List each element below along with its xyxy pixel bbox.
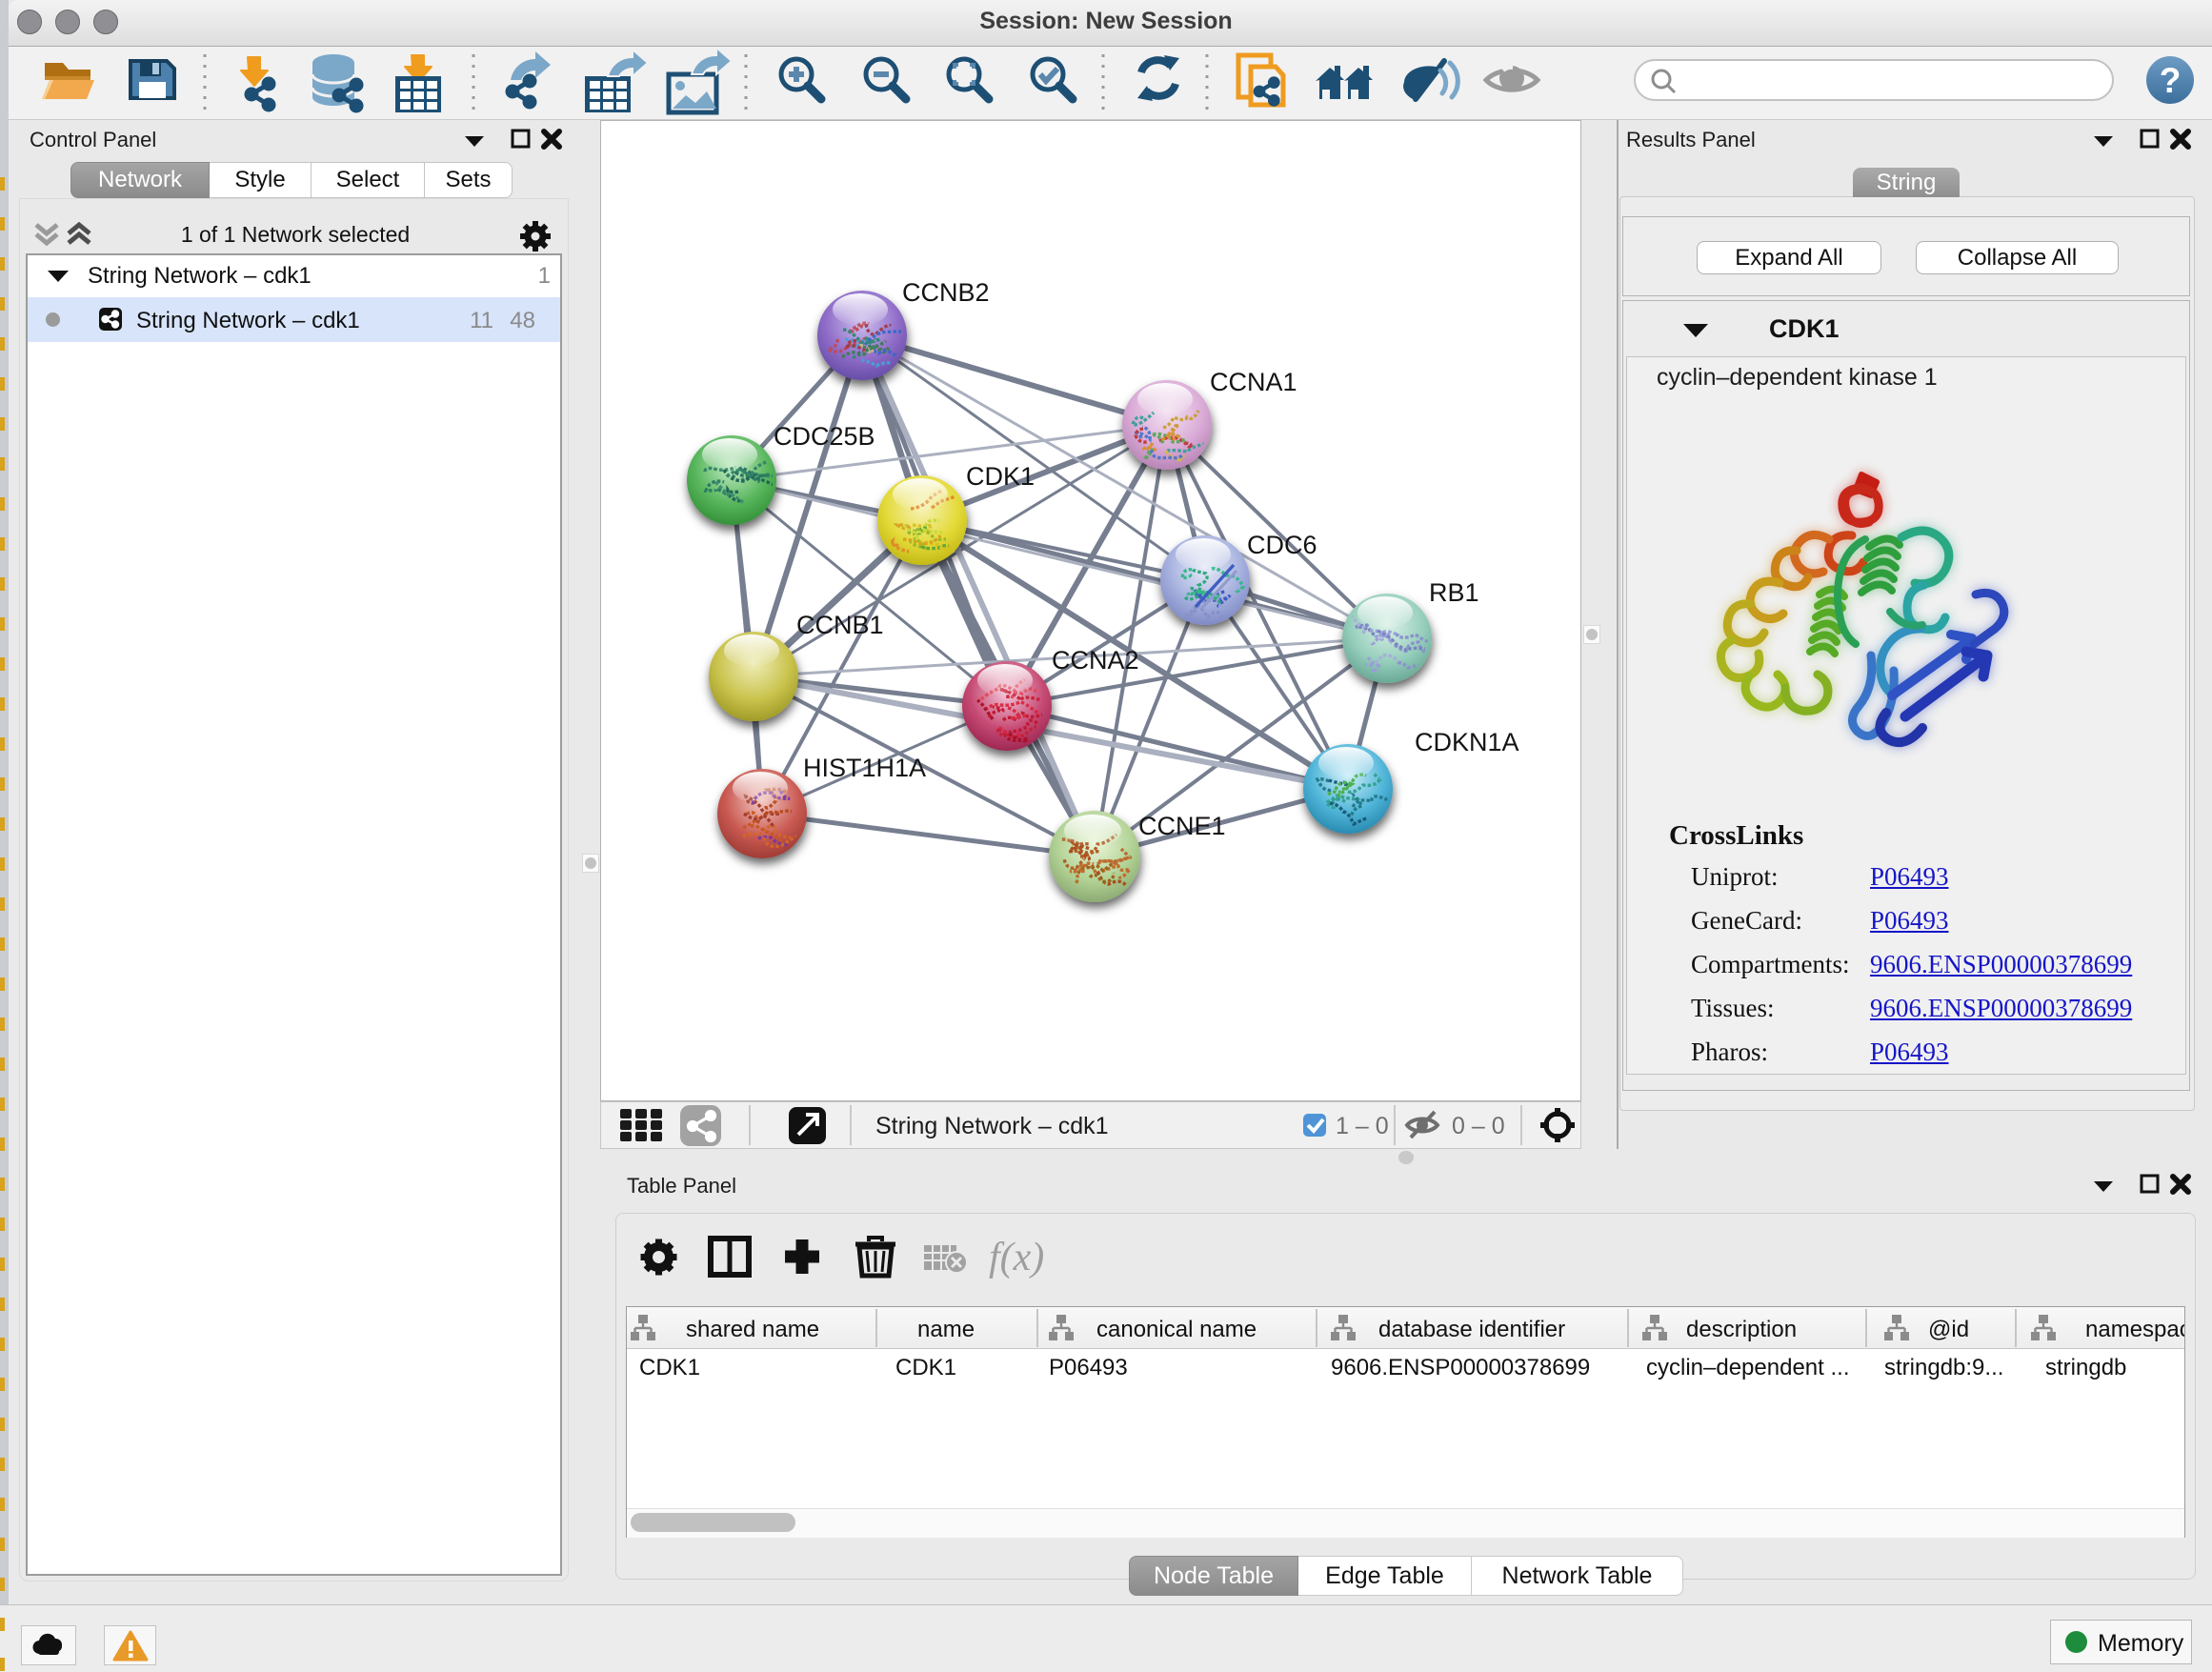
svg-text:CCNB2: CCNB2 <box>902 278 990 307</box>
svg-text:CDC6: CDC6 <box>1247 531 1317 559</box>
svg-text:CDC25B: CDC25B <box>774 422 875 451</box>
svg-text:CDK1: CDK1 <box>966 462 1035 491</box>
svg-text:name: name <box>917 1317 975 1342</box>
svg-text:?: ? <box>2160 61 2182 100</box>
svg-text:0 – 0: 0 – 0 <box>1452 1113 1505 1139</box>
svg-text:RB1: RB1 <box>1429 578 1479 607</box>
svg-text:description: description <box>1686 1317 1797 1342</box>
svg-text:CDKN1A: CDKN1A <box>1415 728 1519 756</box>
svg-text:@id: @id <box>1928 1317 1969 1342</box>
svg-text:canonical name: canonical name <box>1096 1317 1257 1342</box>
svg-text:HIST1H1A: HIST1H1A <box>803 754 926 782</box>
svg-text:CCNA2: CCNA2 <box>1052 646 1139 675</box>
svg-text:f(x): f(x) <box>989 1236 1044 1279</box>
svg-text:CCNE1: CCNE1 <box>1138 812 1226 840</box>
svg-text:String Network – cdk1: String Network – cdk1 <box>875 1113 1109 1139</box>
svg-text:CCNA1: CCNA1 <box>1210 368 1297 396</box>
svg-text:shared name: shared name <box>686 1317 819 1342</box>
svg-text:CCNB1: CCNB1 <box>796 611 884 639</box>
svg-text:namespace: namespace <box>2085 1317 2184 1342</box>
svg-text:database identifier: database identifier <box>1378 1317 1565 1342</box>
svg-text:1 – 0: 1 – 0 <box>1336 1113 1389 1139</box>
